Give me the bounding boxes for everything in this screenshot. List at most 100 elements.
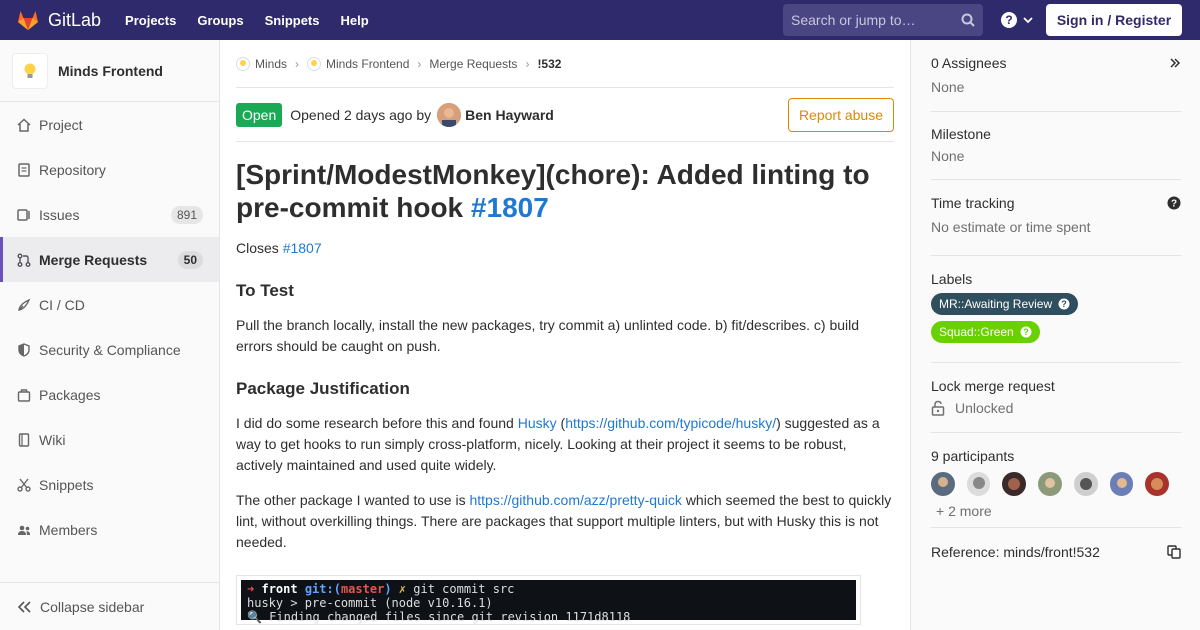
label-text: Squad::Green <box>939 325 1014 339</box>
sidebar-item-security[interactable]: Security & Compliance <box>0 327 219 372</box>
milestone-value: None <box>931 148 965 164</box>
svg-text:?: ? <box>1005 13 1012 27</box>
sidebar-item-issues[interactable]: Issues 891 <box>0 192 219 237</box>
label-squad-green[interactable]: Squad::Green ? <box>931 321 1040 343</box>
package-icon <box>16 387 32 403</box>
sidebar-item-project[interactable]: Project <box>0 102 219 147</box>
doc-icon <box>16 162 32 178</box>
signin-register-button[interactable]: Sign in / Register <box>1046 4 1182 36</box>
breadcrumb-current[interactable]: !532 <box>537 57 561 71</box>
avatar[interactable] <box>1109 472 1134 496</box>
labels-title: Labels <box>931 271 973 287</box>
help-icon: ? <box>1001 12 1017 28</box>
sidebar-item-packages[interactable]: Packages <box>0 372 219 417</box>
label-text: MR::Awaiting Review <box>939 297 1053 311</box>
terminal-image: ➜ front git:(master) ✗ git commit src hu… <box>241 580 856 624</box>
breadcrumb-label: Minds <box>255 56 288 71</box>
avatar[interactable] <box>966 472 991 496</box>
gitlab-logo-icon <box>18 11 38 30</box>
lock-status[interactable]: Unlocked <box>931 400 1181 416</box>
issuable-sidebar: 0 Assignees None Milestone None Time tra… <box>910 40 1200 630</box>
lightbulb-icon <box>24 63 36 78</box>
sidebar-item-label: Repository <box>39 161 106 178</box>
milestone-title: Milestone <box>931 126 991 142</box>
heading-package-justification: Package Justification <box>236 379 410 398</box>
author-name[interactable]: Ben Hayward <box>465 107 554 123</box>
scissors-icon <box>16 477 32 493</box>
husky-link[interactable]: Husky <box>518 415 557 431</box>
sidebar-item-merge-requests[interactable]: Merge Requests 50 <box>0 237 219 282</box>
participants-title: 9 participants <box>931 448 1015 464</box>
breadcrumb-separator: › <box>525 56 530 71</box>
nav-projects[interactable]: Projects <box>125 13 176 28</box>
mr-description: Closes #1807 To Test Pull the branch loc… <box>236 238 894 553</box>
search-input[interactable]: Search or jump to… <box>783 4 983 36</box>
text-span: I did do some research before this and f… <box>236 415 514 431</box>
help-icon: ? <box>1020 326 1032 338</box>
search-icon <box>961 13 975 27</box>
sidebar-item-repository[interactable]: Repository <box>0 147 219 192</box>
sidebar-item-snippets[interactable]: Snippets <box>0 462 219 507</box>
sidebar-item-label: CI / CD <box>39 296 85 313</box>
breadcrumb-merge-requests[interactable]: Merge Requests <box>429 57 517 71</box>
sidebar-item-members[interactable]: Members <box>0 507 219 552</box>
double-chevron-right-icon[interactable] <box>1169 57 1181 69</box>
copy-icon[interactable] <box>1167 545 1181 559</box>
lock-block: Lock merge request Unlocked <box>931 363 1181 433</box>
labels-block: Labels MR::Awaiting Review ? Squad::Gree… <box>931 256 1181 363</box>
sidebar-item-wiki[interactable]: Wiki <box>0 417 219 462</box>
participants-more-link[interactable]: + 2 more <box>936 503 1181 519</box>
mr-header: Open Opened 2 days ago by Ben Hayward Re… <box>236 88 894 142</box>
collapse-sidebar-button[interactable]: Collapse sidebar <box>0 582 219 630</box>
avatar[interactable] <box>437 102 462 127</box>
avatar[interactable] <box>1073 472 1098 496</box>
breadcrumb-minds[interactable]: Minds <box>236 56 288 71</box>
avatar[interactable] <box>931 472 955 496</box>
terminal-dirty-mark: ✗ <box>398 582 407 596</box>
nav-groups[interactable]: Groups <box>197 13 243 28</box>
sidebar-item-label: Wiki <box>39 431 66 448</box>
terminal-line: husky > pre-commit (node v10.16.1) <box>247 596 493 610</box>
nav-snippets[interactable]: Snippets <box>265 13 320 28</box>
project-name: Minds Frontend <box>58 62 163 79</box>
terminal-branch: master <box>340 582 385 596</box>
time-tracking-value: No estimate or time spent <box>931 219 1091 235</box>
avatar[interactable] <box>1002 472 1027 496</box>
help-icon[interactable]: ? <box>1167 196 1181 210</box>
label-awaiting-review[interactable]: MR::Awaiting Review ? <box>931 293 1079 315</box>
breadcrumb-minds-frontend[interactable]: Minds Frontend <box>307 56 409 71</box>
paragraph-to-test: Pull the branch locally, install the new… <box>236 317 860 354</box>
participants-list <box>931 472 1181 496</box>
title-text: [Sprint/ModestMonkey](chore): Added lint… <box>236 159 870 223</box>
help-dropdown[interactable]: ? <box>1000 11 1034 29</box>
rocket-icon <box>16 297 32 313</box>
gitlab-home-link[interactable]: GitLab <box>16 8 101 32</box>
paragraph-other-package: The other package I wanted to use is htt… <box>236 490 894 553</box>
avatar[interactable] <box>1145 472 1170 496</box>
reference-text: Reference: minds/front!532 <box>931 544 1100 560</box>
nav-help[interactable]: Help <box>341 13 369 28</box>
breadcrumb: Minds › Minds Frontend › Merge Requests … <box>236 40 894 88</box>
title-issue-link[interactable]: #1807 <box>471 192 549 223</box>
sidebar-item-ci-cd[interactable]: CI / CD <box>0 282 219 327</box>
husky-github-link[interactable]: https://github.com/typicode/husky/ <box>565 415 776 431</box>
svg-text:?: ? <box>1023 327 1029 337</box>
lock-value: Unlocked <box>955 400 1014 416</box>
terminal-screenshot[interactable]: ➜ front git:(master) ✗ git commit src hu… <box>236 575 861 625</box>
svg-text:?: ? <box>1061 299 1067 309</box>
participants-block: 9 participants + 2 more <box>931 433 1181 528</box>
project-header[interactable]: Minds Frontend <box>0 40 219 102</box>
sidebar-item-label: Packages <box>39 386 101 403</box>
pretty-quick-link[interactable]: https://github.com/azz/pretty-quick <box>469 492 681 508</box>
terminal-prompt: ➜ <box>247 582 255 596</box>
sidebar-item-label: Security & Compliance <box>39 341 181 358</box>
chevron-down-icon <box>1023 17 1033 24</box>
avatar[interactable] <box>1038 472 1062 496</box>
sidebar-item-label: Merge Requests <box>39 251 148 268</box>
page-title: [Sprint/ModestMonkey](chore): Added lint… <box>236 158 894 224</box>
heading-to-test: To Test <box>236 281 294 300</box>
help-icon: ? <box>1058 298 1070 310</box>
time-tracking-title: Time tracking <box>931 195 1015 211</box>
closes-issue-link[interactable]: #1807 <box>283 240 322 256</box>
report-abuse-button[interactable]: Report abuse <box>787 98 894 132</box>
